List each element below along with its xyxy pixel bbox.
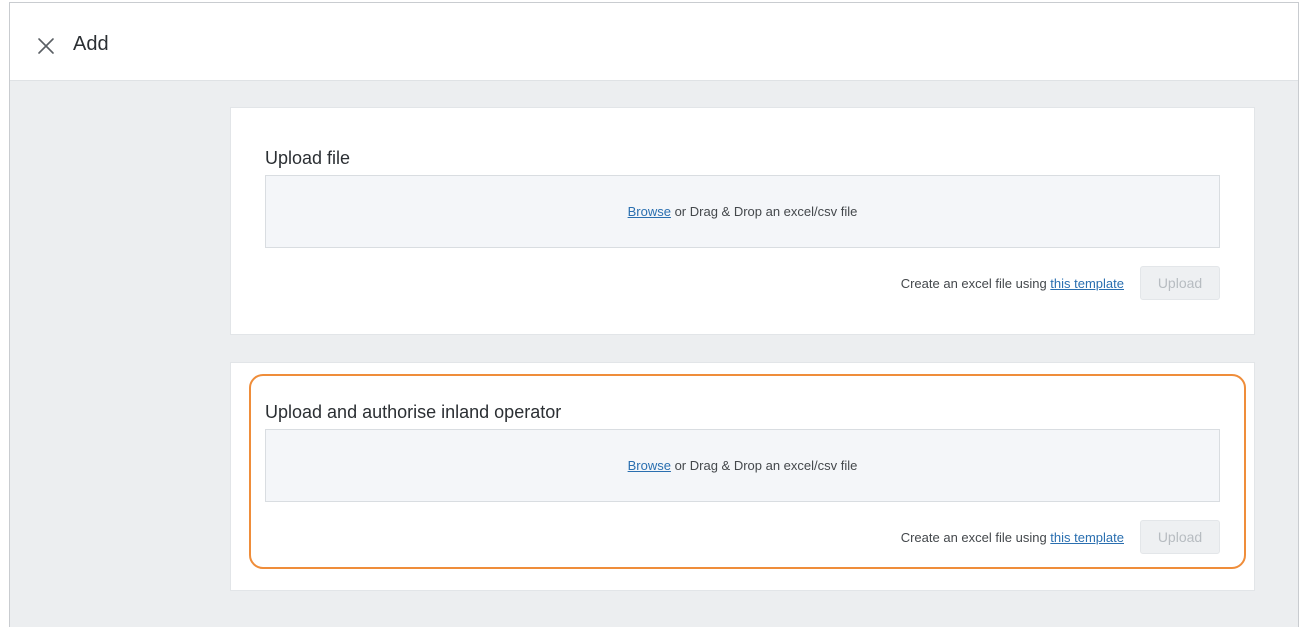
template-link[interactable]: this template xyxy=(1050,530,1124,545)
file-dropzone[interactable]: Browse or Drag & Drop an excel/csv file xyxy=(265,175,1220,248)
upload-button[interactable]: Upload xyxy=(1140,520,1220,554)
browse-link[interactable]: Browse xyxy=(628,204,671,219)
template-hint: Create an excel file using this template xyxy=(901,276,1124,291)
template-hint: Create an excel file using this template xyxy=(901,530,1124,545)
upload-authorise-card: Upload and authorise inland operator Bro… xyxy=(230,362,1255,591)
page-title: Add xyxy=(73,33,109,55)
upload-file-title: Upload file xyxy=(265,148,351,168)
template-prefix: Create an excel file using xyxy=(900,529,1051,545)
close-button[interactable] xyxy=(34,34,58,58)
dropzone-instruction: or Drag & Drop an excel/csv file xyxy=(670,458,858,473)
add-panel: Add Upload file Browse or Drag & Drop an… xyxy=(9,2,1299,627)
browse-link[interactable]: Browse xyxy=(628,458,671,473)
upload-footer: Create an excel file using this template… xyxy=(901,520,1220,554)
upload-authorise-title: Upload and authorise inland operator xyxy=(265,402,562,422)
template-link[interactable]: this template xyxy=(1050,276,1124,291)
upload-footer: Create an excel file using this template… xyxy=(901,266,1220,300)
file-dropzone[interactable]: Browse or Drag & Drop an excel/csv file xyxy=(265,429,1220,502)
upload-button[interactable]: Upload xyxy=(1140,266,1220,300)
panel-header: Add xyxy=(10,3,1298,81)
close-icon[interactable] xyxy=(34,34,58,58)
template-prefix: Create an excel file using xyxy=(900,275,1051,291)
upload-file-card: Upload file Browse or Drag & Drop an exc… xyxy=(230,107,1255,335)
dropzone-instruction: or Drag & Drop an excel/csv file xyxy=(670,204,858,219)
